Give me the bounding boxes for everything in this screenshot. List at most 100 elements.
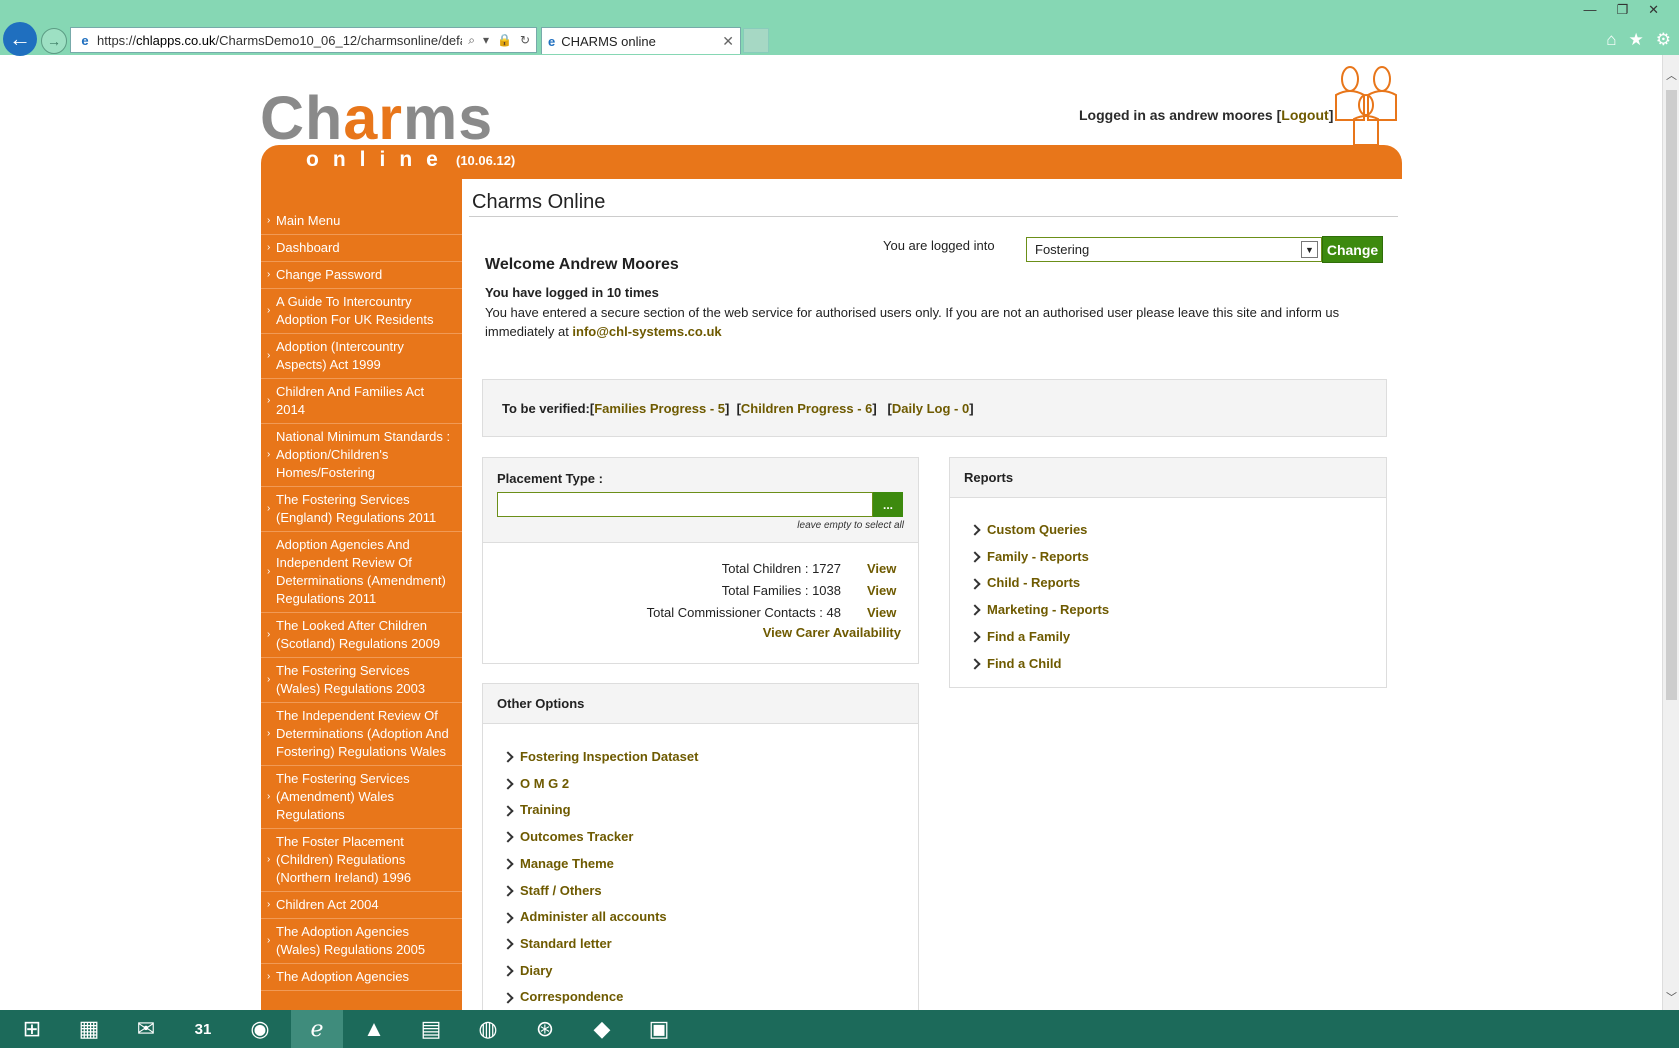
other-link[interactable]: Correspondence (502, 984, 918, 1011)
scroll-down-icon[interactable]: ﹀ (1663, 989, 1679, 1006)
welcome-heading: Welcome Andrew Moores (485, 256, 679, 273)
browser-chrome: ← → e https://chlapps.co.uk/CharmsDemo10… (0, 0, 1679, 56)
sidebar-item[interactable]: The Independent Review Of Determinations… (261, 703, 462, 766)
secure-notice: You have entered a secure section of the… (485, 305, 1340, 339)
chevron-right-icon (502, 911, 514, 924)
restore-icon[interactable]: ❐ (1616, 2, 1628, 18)
lock-icon[interactable]: 🔒 (497, 33, 512, 48)
placement-browse-button[interactable]: ... (873, 492, 903, 517)
remote-desktop-icon[interactable]: ▣ (633, 1010, 685, 1048)
browser-tab[interactable]: e CHARMS online ✕ (541, 27, 741, 54)
other-link[interactable]: O M G 2 (502, 771, 918, 798)
sidebar-item[interactable]: Dashboard (261, 235, 462, 262)
sidebar-item[interactable]: The Fostering Services (Wales) Regulatio… (261, 658, 462, 703)
settings-gear-icon[interactable]: ⚙ (1656, 30, 1671, 50)
sidebar-item[interactable]: Main Menu (261, 208, 462, 235)
scroll-up-icon[interactable]: ︿ (1663, 67, 1679, 84)
sidebar-item[interactable]: Children Act 2004 (261, 892, 462, 919)
reports-link[interactable]: Marketing - Reports (969, 597, 1386, 624)
address-bar[interactable]: e https://chlapps.co.uk/CharmsDemo10_06_… (70, 27, 537, 53)
back-button[interactable]: ← (3, 22, 37, 56)
other-link[interactable]: Manage Theme (502, 851, 918, 878)
visual-studio-icon[interactable]: ◆ (576, 1010, 628, 1048)
sidebar-item[interactable]: The Fostering Services (Amendment) Wales… (261, 766, 462, 829)
apps-grid-icon[interactable]: ▦ (63, 1010, 115, 1048)
other-link[interactable]: Fostering Inspection Dataset (502, 744, 918, 771)
chevron-right-icon (969, 551, 981, 563)
page-scrollbar[interactable]: ︿ ﹀ (1662, 55, 1679, 1010)
new-tab-button[interactable] (743, 28, 769, 53)
reports-link[interactable]: Find a Family (969, 624, 1386, 651)
internet-explorer-icon[interactable]: ℯ (291, 1010, 343, 1048)
email-link[interactable]: info@chl-systems.co.uk (572, 324, 721, 339)
other-link[interactable]: Staff / Others (502, 878, 918, 905)
close-tab-icon[interactable]: ✕ (722, 33, 734, 50)
google-drive-icon[interactable]: ▲ (348, 1010, 400, 1048)
children-progress-link[interactable]: Children Progress - 6 (741, 401, 872, 416)
minimize-icon[interactable]: — (1583, 2, 1596, 18)
other-link[interactable]: Standard letter (502, 931, 918, 958)
chevron-right-icon (502, 992, 514, 1004)
calendar-icon[interactable]: 31 (177, 1010, 229, 1048)
verify-label: To be verified: (502, 401, 590, 416)
reports-link-label: Marketing - Reports (987, 602, 1110, 618)
reports-link[interactable]: Find a Child (969, 651, 1386, 678)
dropdown-icon[interactable]: ▾ (483, 33, 489, 48)
sidebar-item[interactable]: The Fostering Services (England) Regulat… (261, 487, 462, 532)
sidebar-item[interactable]: Adoption (Intercountry Aspects) Act 1999 (261, 334, 462, 379)
other-link-label: Staff / Others (520, 882, 602, 898)
login-info: Logged in as andrew moores [Logout] (1079, 107, 1334, 123)
reports-link-label: Child - Reports (987, 575, 1081, 591)
total-row: Total Commissioner Contacts : 48 View (483, 601, 901, 623)
other-link[interactable]: Administer all accounts (502, 904, 918, 931)
module-select[interactable]: Fostering ▼ (1026, 237, 1322, 262)
url-text: https://chlapps.co.uk/CharmsDemo10_06_12… (97, 32, 462, 48)
file-explorer-icon[interactable]: ▤ (405, 1010, 457, 1048)
login-count: You have logged in 10 times (485, 285, 659, 300)
gmail-icon[interactable]: ✉ (120, 1010, 172, 1048)
other-options-panel: Other Options Fostering Inspection Datas… (482, 683, 919, 1013)
view-link[interactable]: View (841, 561, 901, 576)
other-link[interactable]: Diary (502, 958, 918, 985)
chevron-down-icon[interactable]: ▼ (1301, 241, 1318, 258)
daily-log-link[interactable]: Daily Log - 0 (892, 401, 969, 416)
total-label: Total Commissioner Contacts : 48 (646, 604, 841, 620)
sidebar-item[interactable]: National Minimum Standards : Adoption/Ch… (261, 424, 462, 487)
sidebar-item[interactable]: The Foster Placement (Children) Regulati… (261, 829, 462, 892)
sidebar-item[interactable]: Children And Families Act 2014 (261, 379, 462, 424)
sidebar-item[interactable]: Change Password (261, 262, 462, 289)
families-progress-link[interactable]: Families Progress - 5 (594, 401, 725, 416)
reports-link[interactable]: Custom Queries (969, 517, 1386, 544)
view-link[interactable]: View (841, 605, 901, 620)
reports-link-label: Family - Reports (987, 548, 1089, 564)
reports-link[interactable]: Family - Reports (969, 544, 1386, 571)
sidebar-item[interactable]: The Adoption Agencies (Wales) Regulation… (261, 919, 462, 964)
view-link[interactable]: View (841, 583, 901, 598)
chrome-icon[interactable]: ◉ (234, 1010, 286, 1048)
other-link[interactable]: Training (502, 797, 918, 824)
title-divider (469, 216, 1398, 217)
ie-icon: e (548, 33, 556, 49)
other-link[interactable]: Outcomes Tracker (502, 824, 918, 851)
sidebar-item[interactable]: The Adoption Agencies (261, 964, 462, 991)
sidebar-item[interactable]: The Looked After Children (Scotland) Reg… (261, 613, 462, 658)
search-icon[interactable]: ⌕ (468, 33, 475, 48)
change-button[interactable]: Change (1322, 236, 1383, 263)
sidebar-item[interactable]: A Guide To Intercountry Adoption For UK … (261, 289, 462, 334)
home-icon[interactable]: ⌂ (1606, 30, 1616, 50)
refresh-icon[interactable]: ↻ (520, 33, 530, 48)
favorites-star-icon[interactable]: ★ (1629, 30, 1644, 50)
keepass-lock-icon[interactable]: ⊛ (519, 1010, 571, 1048)
forward-button[interactable]: → (41, 28, 67, 54)
logout-link[interactable]: Logout (1281, 107, 1328, 123)
spotify-icon[interactable]: ◍ (462, 1010, 514, 1048)
windows-start-icon[interactable]: ⊞ (6, 1010, 58, 1048)
placement-type-input[interactable] (497, 492, 873, 517)
chevron-right-icon (502, 751, 514, 764)
version-label: (10.06.12) (456, 153, 516, 168)
close-window-icon[interactable]: ✕ (1648, 2, 1659, 18)
view-carer-availability-link[interactable]: View Carer Availability (483, 625, 918, 640)
reports-link[interactable]: Child - Reports (969, 570, 1386, 597)
scroll-thumb[interactable] (1666, 90, 1677, 700)
sidebar-item[interactable]: Adoption Agencies And Independent Review… (261, 532, 462, 613)
